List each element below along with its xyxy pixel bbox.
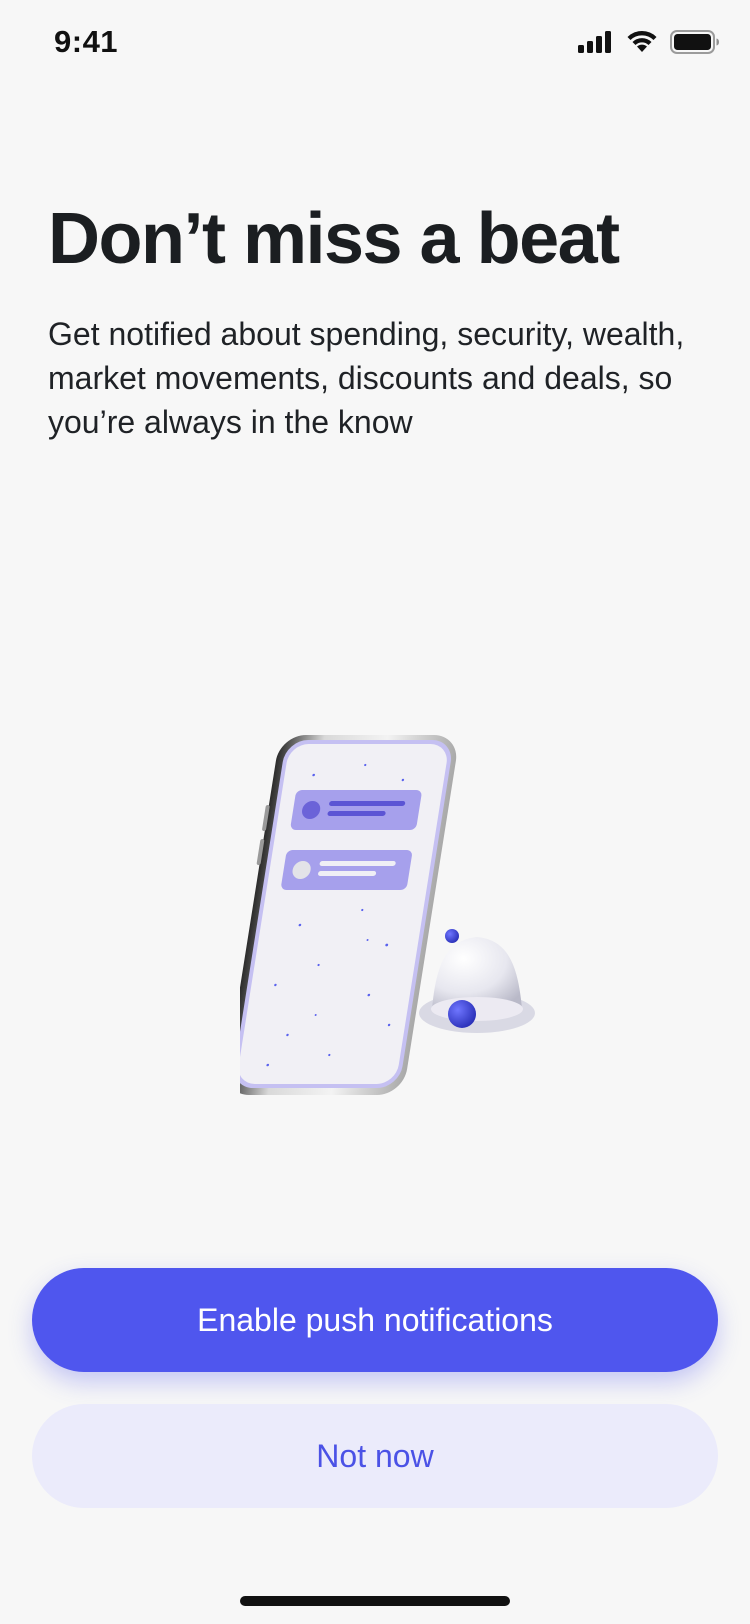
page-description: Get notified about spending, security, w…	[48, 316, 685, 440]
status-icons	[578, 30, 720, 54]
not-now-button[interactable]: Not now	[32, 1404, 718, 1508]
cellular-signal-icon	[578, 31, 611, 53]
status-time: 9:41	[54, 24, 119, 59]
home-indicator[interactable]	[240, 1596, 510, 1606]
status-bar: 9:41	[0, 0, 750, 88]
phone-with-bell-icon	[226, 735, 535, 1095]
battery-icon	[670, 30, 719, 54]
wifi-icon	[627, 30, 657, 52]
enable-push-notifications-button[interactable]: Enable push notifications	[32, 1268, 718, 1372]
page-title: Don’t miss a beat	[48, 199, 620, 279]
phone-notification-illustration	[226, 730, 540, 1110]
